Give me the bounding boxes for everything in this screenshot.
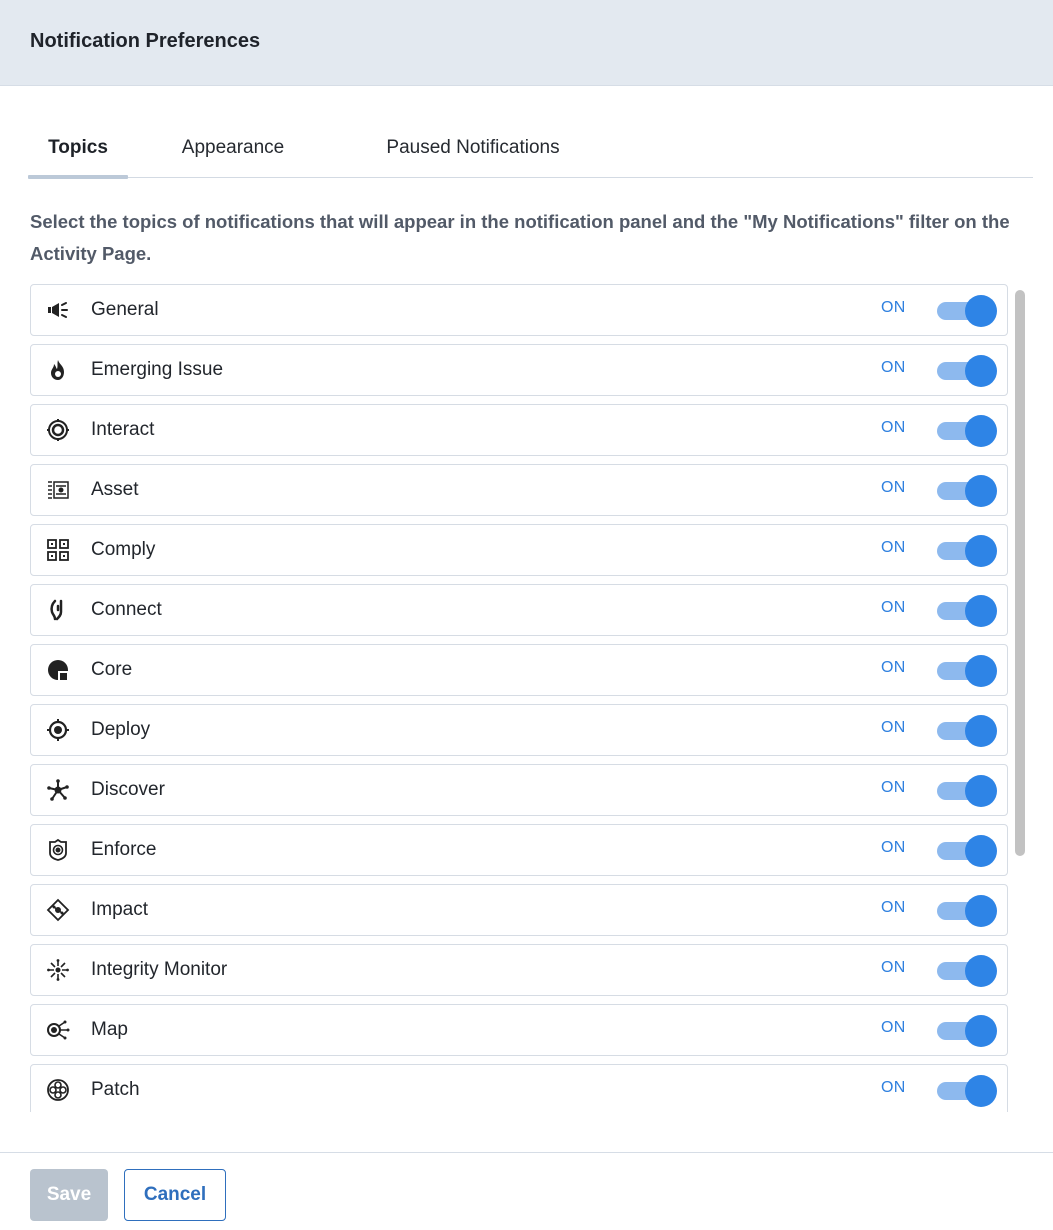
toggle-state-label: ON xyxy=(881,419,906,436)
topic-label: Emerging Issue xyxy=(91,359,224,380)
toggle-emerging-issue[interactable] xyxy=(935,355,997,387)
save-button[interactable]: Save xyxy=(30,1169,108,1221)
dialog-title: Notification Preferences xyxy=(30,30,261,52)
toggle-knob xyxy=(965,775,997,807)
topic-label: Patch xyxy=(91,1079,140,1100)
topic-label: Comply xyxy=(91,539,156,560)
enforce-icon xyxy=(45,837,71,863)
topic-label: General xyxy=(91,299,159,320)
integrity-monitor-icon xyxy=(45,957,71,983)
core-icon xyxy=(45,657,71,683)
toggle-connect[interactable] xyxy=(935,595,997,627)
toggle-knob xyxy=(965,415,997,447)
toggle-interact[interactable] xyxy=(935,415,997,447)
interact-icon xyxy=(45,417,71,443)
topic-label: Core xyxy=(91,659,133,680)
tab-paused-notifications[interactable]: Paused Notifications xyxy=(348,130,598,178)
toggle-state-label: ON xyxy=(881,539,906,556)
toggle-state-label: ON xyxy=(881,1079,906,1096)
cancel-button[interactable]: Cancel xyxy=(124,1169,226,1221)
topic-label: Enforce xyxy=(91,839,157,860)
tab-appearance[interactable]: Appearance xyxy=(158,130,308,178)
toggle-state-label: ON xyxy=(881,659,906,676)
topic-row-comply: Comply ON xyxy=(30,524,1008,576)
toggle-knob xyxy=(965,295,997,327)
topic-label: Impact xyxy=(91,899,149,920)
toggle-enforce[interactable] xyxy=(935,835,997,867)
toggle-state-label: ON xyxy=(881,599,906,616)
toggle-knob xyxy=(965,1075,997,1107)
toggle-knob xyxy=(965,895,997,927)
dialog-footer: Save Cancel xyxy=(0,1152,1053,1230)
toggle-integrity-monitor[interactable] xyxy=(935,955,997,987)
scrollbar-thumb[interactable] xyxy=(1015,290,1025,856)
toggle-state-label: ON xyxy=(881,299,906,316)
patch-icon xyxy=(45,1077,71,1103)
topic-label: Integrity Monitor xyxy=(91,959,228,980)
topics-description: Select the topics of notifications that … xyxy=(30,211,1010,264)
connect-icon xyxy=(45,597,71,623)
topic-row-deploy: Deploy ON xyxy=(30,704,1008,756)
discover-icon xyxy=(45,777,71,803)
toggle-state-label: ON xyxy=(881,959,906,976)
topic-label: Asset xyxy=(91,479,139,500)
map-icon xyxy=(45,1017,71,1043)
tab-bar: Topics Appearance Paused Notifications xyxy=(28,130,1033,179)
toggle-knob xyxy=(965,355,997,387)
topic-row-discover: Discover ON xyxy=(30,764,1008,816)
toggle-state-label: ON xyxy=(881,1019,906,1036)
topic-row-enforce: Enforce ON xyxy=(30,824,1008,876)
topic-label: Map xyxy=(91,1019,128,1040)
topics-list: General ON Emerging Issue ON Interact ON… xyxy=(28,282,1034,1112)
toggle-deploy[interactable] xyxy=(935,715,997,747)
topic-row-impact: Impact ON xyxy=(30,884,1008,936)
topic-row-connect: Connect ON xyxy=(30,584,1008,636)
toggle-knob xyxy=(965,655,997,687)
toggle-discover[interactable] xyxy=(935,775,997,807)
toggle-asset[interactable] xyxy=(935,475,997,507)
toggle-state-label: ON xyxy=(881,719,906,736)
asset-icon xyxy=(45,477,71,503)
megaphone-icon xyxy=(45,297,71,323)
comply-icon xyxy=(45,537,71,563)
dialog-header: Notification Preferences xyxy=(0,0,1053,86)
toggle-knob xyxy=(965,595,997,627)
toggle-general[interactable] xyxy=(935,295,997,327)
flame-icon xyxy=(45,357,71,383)
toggle-comply[interactable] xyxy=(935,535,997,567)
topic-row-general: General ON xyxy=(30,284,1008,336)
topic-row-map: Map ON xyxy=(30,1004,1008,1056)
toggle-knob xyxy=(965,835,997,867)
toggle-knob xyxy=(965,955,997,987)
toggle-state-label: ON xyxy=(881,839,906,856)
topic-row-interact: Interact ON xyxy=(30,404,1008,456)
toggle-state-label: ON xyxy=(881,899,906,916)
toggle-state-label: ON xyxy=(881,359,906,376)
deploy-icon xyxy=(45,717,71,743)
toggle-knob xyxy=(965,715,997,747)
impact-icon xyxy=(45,897,71,923)
topics-scrollbar[interactable] xyxy=(1012,284,1028,1110)
topic-label: Discover xyxy=(91,779,165,800)
toggle-map[interactable] xyxy=(935,1015,997,1047)
topic-row-emerging-issue: Emerging Issue ON xyxy=(30,344,1008,396)
topic-row-patch: Patch ON xyxy=(30,1064,1008,1112)
topic-row-integrity-monitor: Integrity Monitor ON xyxy=(30,944,1008,996)
toggle-knob xyxy=(965,535,997,567)
topic-label: Interact xyxy=(91,419,155,440)
toggle-knob xyxy=(965,475,997,507)
toggle-impact[interactable] xyxy=(935,895,997,927)
toggle-state-label: ON xyxy=(881,479,906,496)
topic-label: Deploy xyxy=(91,719,151,740)
toggle-core[interactable] xyxy=(935,655,997,687)
topic-row-asset: Asset ON xyxy=(30,464,1008,516)
topic-label: Connect xyxy=(91,599,162,620)
toggle-patch[interactable] xyxy=(935,1075,997,1107)
tab-topics[interactable]: Topics xyxy=(28,130,128,179)
toggle-knob xyxy=(965,1015,997,1047)
toggle-state-label: ON xyxy=(881,779,906,796)
topic-row-core: Core ON xyxy=(30,644,1008,696)
